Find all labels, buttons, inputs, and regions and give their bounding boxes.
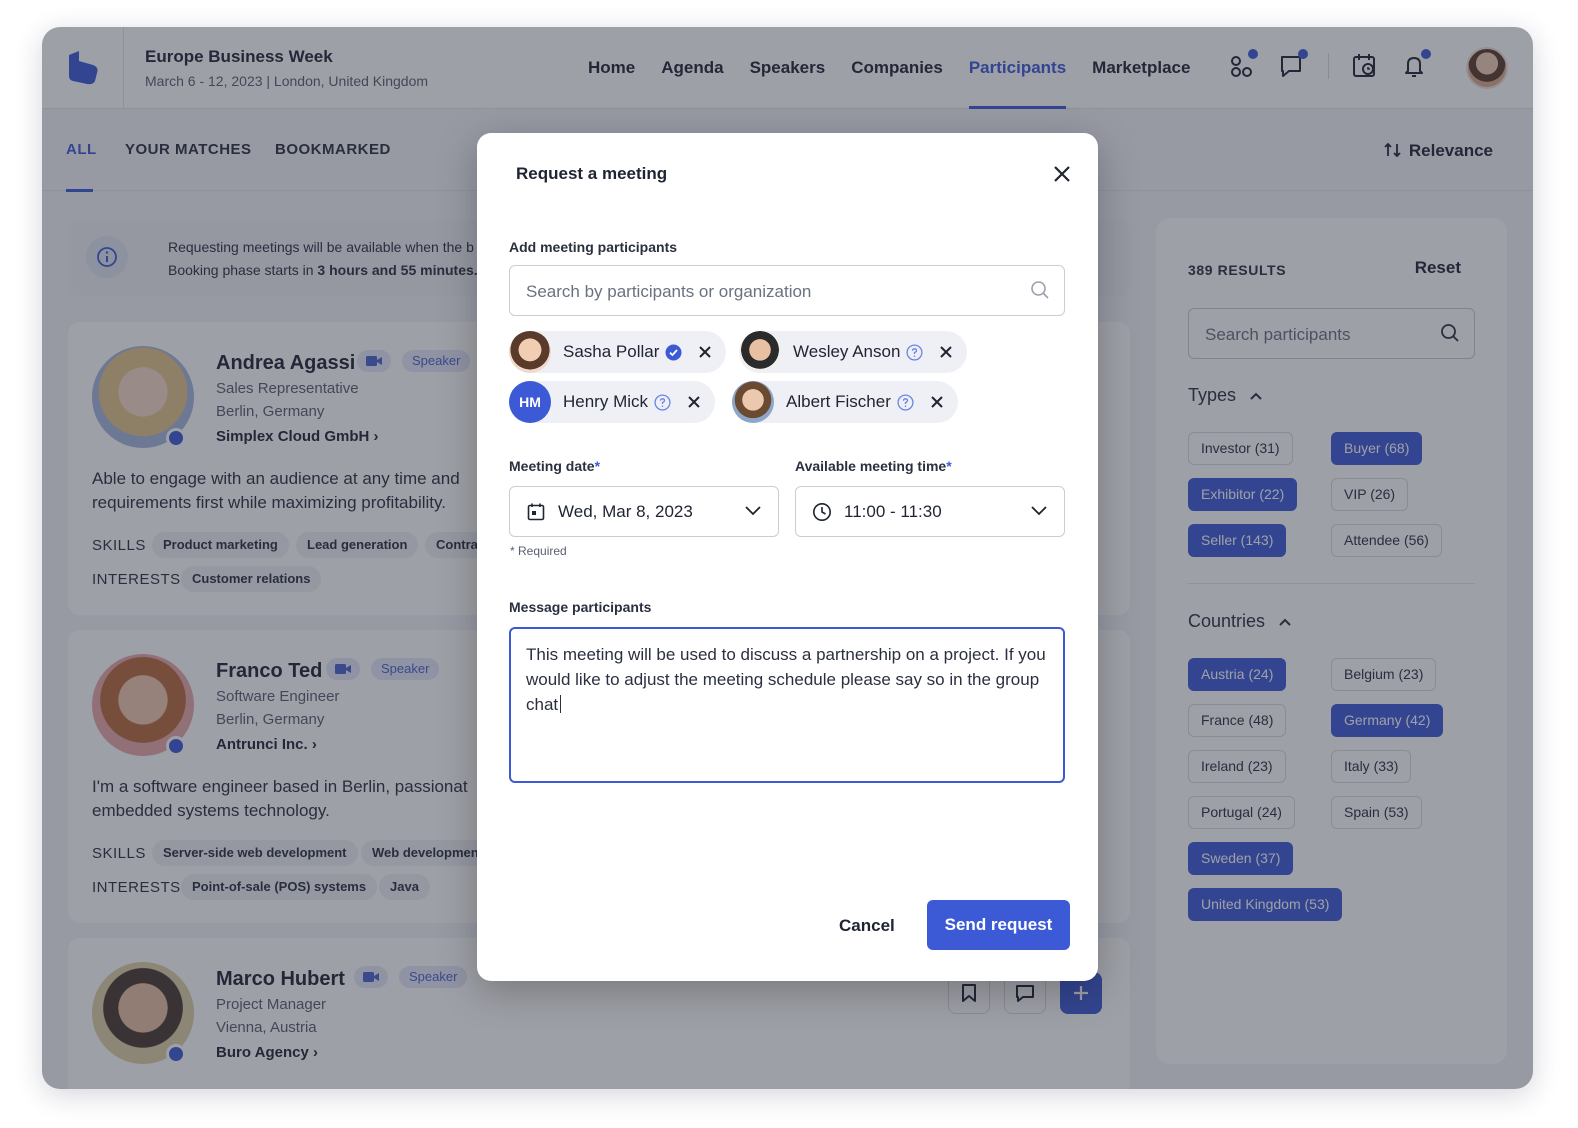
participant-chip: HM Henry Mick	[509, 381, 716, 423]
date-label: Meeting date*	[509, 458, 601, 474]
time-label: Available meeting time*	[795, 458, 952, 474]
message-textarea[interactable]: This meeting will be used to discuss a p…	[509, 627, 1065, 783]
text-caret	[560, 695, 562, 713]
help-icon	[897, 393, 914, 411]
chip-name: Henry Mick	[563, 392, 649, 411]
chip-name: Sasha Pollar	[563, 342, 660, 361]
calendar-icon	[527, 503, 545, 521]
request-meeting-modal: Request a meeting Add meeting participan…	[477, 133, 1098, 981]
chip-name: Albert Fischer	[786, 392, 891, 411]
chip-name: Wesley Anson	[793, 342, 901, 361]
cancel-button[interactable]: Cancel	[839, 916, 895, 936]
clock-icon	[813, 503, 831, 521]
participant-search-input[interactable]: Search by participants or organization	[509, 265, 1065, 316]
remove-icon[interactable]	[687, 395, 701, 409]
remove-icon[interactable]	[930, 395, 944, 409]
modal-title: Request a meeting	[516, 164, 668, 183]
chevron-down-icon	[1031, 506, 1047, 516]
message-label: Message participants	[509, 599, 652, 615]
close-icon[interactable]	[1050, 162, 1074, 186]
chevron-down-icon	[745, 506, 761, 516]
help-icon	[654, 393, 671, 411]
send-request-button[interactable]: Send request	[927, 900, 1070, 950]
avatar	[732, 381, 774, 423]
participants-label: Add meeting participants	[509, 239, 678, 255]
help-icon	[906, 343, 923, 361]
avatar	[739, 331, 781, 373]
meeting-time-select[interactable]: 11:00 - 11:30	[795, 486, 1065, 537]
participant-chip: Sasha Pollar	[509, 331, 727, 373]
time-value: 11:00 - 11:30	[844, 502, 942, 521]
remove-icon[interactable]	[698, 345, 712, 359]
participant-chip: Wesley Anson	[739, 331, 968, 373]
participant-chip: Albert Fischer	[732, 381, 958, 423]
avatar-initials: HM	[509, 381, 551, 423]
message-text: This meeting will be used to discuss a p…	[526, 645, 1046, 714]
remove-icon[interactable]	[939, 345, 953, 359]
avatar	[509, 331, 551, 373]
search-icon	[1031, 281, 1049, 299]
verified-icon	[665, 344, 682, 360]
meeting-date-select[interactable]: Wed, Mar 8, 2023	[509, 486, 779, 537]
date-value: Wed, Mar 8, 2023	[558, 502, 693, 521]
required-note: * Required	[510, 544, 567, 558]
search-placeholder: Search by participants or organization	[526, 282, 812, 301]
